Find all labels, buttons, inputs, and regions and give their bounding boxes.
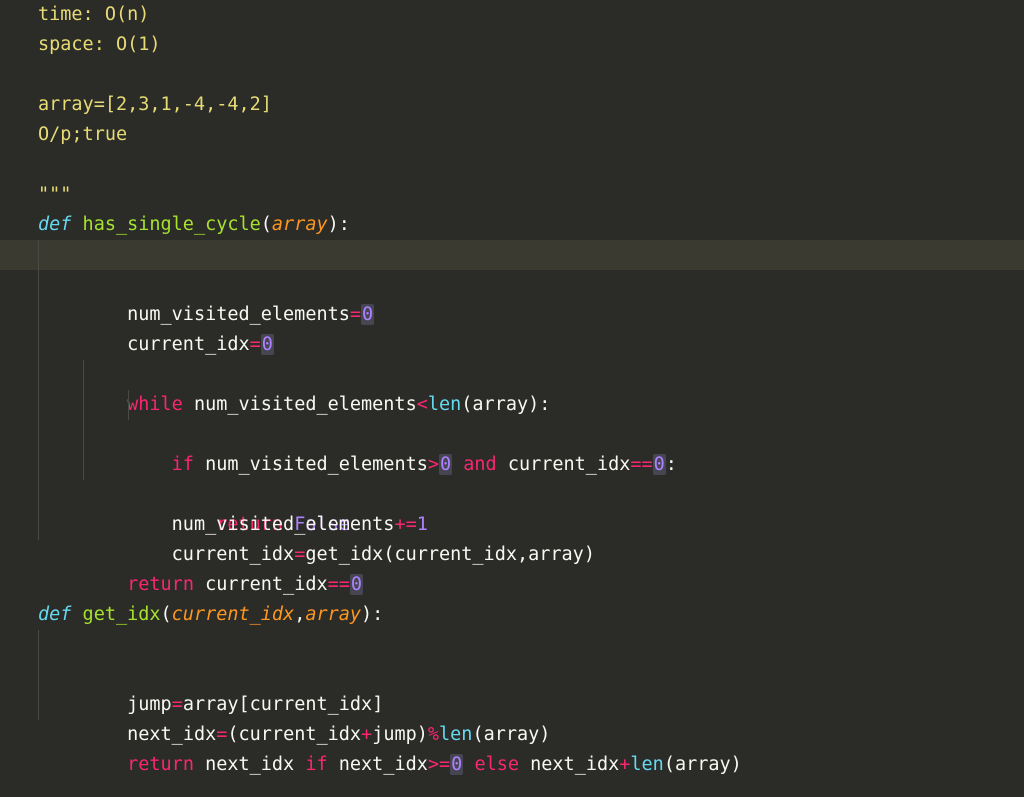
code-line: return next_idx if next_idx>=0 else next… <box>0 690 1024 720</box>
param: array <box>305 604 361 625</box>
code-line: """ <box>0 180 1024 210</box>
code-line: current_idx=get_idx(current_idx,array) <box>0 450 1024 480</box>
param: current_idx <box>172 604 295 625</box>
code-line: return current_idx==0 <box>0 510 1024 540</box>
builtin: len <box>630 754 663 775</box>
docstring-text: """ <box>38 184 71 205</box>
code-line <box>0 60 1024 90</box>
code-line: array=[2,3,1,-4,-4,2] <box>0 90 1024 120</box>
code-line-highlighted: num_visited_elements=0 <box>0 240 1024 270</box>
function-name: get_idx <box>71 604 160 625</box>
docstring-text: O/p;true <box>38 124 127 145</box>
keyword-def: def <box>38 214 71 235</box>
code-line <box>0 300 1024 330</box>
docstring-text: space: O(1) <box>38 34 161 55</box>
code-line <box>0 540 1024 570</box>
code-line: next_idx=(current_idx+jump)%len(array) <box>0 660 1024 690</box>
code-line <box>0 150 1024 180</box>
code-line: jump=array[current_idx] <box>0 630 1024 660</box>
docstring-text: array=[2,3,1,-4,-4,2] <box>38 94 272 115</box>
keyword-if: if <box>305 754 327 775</box>
code-line: num_visited_elements+=1 <box>0 420 1024 450</box>
docstring-text: time: O(n) <box>38 4 149 25</box>
paren: ( <box>261 214 272 235</box>
code-line: def get_idx(current_idx,array): <box>0 600 1024 630</box>
code-line: space: O(1) <box>0 30 1024 60</box>
keyword-def: def <box>38 604 71 625</box>
keyword-return: return <box>127 754 194 775</box>
code-editor[interactable]: time: O(n) space: O(1) array=[2,3,1,-4,-… <box>0 0 1024 720</box>
code-line: current_idx=0 <box>0 270 1024 300</box>
param: array <box>272 214 328 235</box>
number: 0 <box>450 754 463 775</box>
paren: ): <box>328 214 350 235</box>
code-line: while num_visited_elements<len(array): <box>0 330 1024 360</box>
builtin: len <box>439 724 472 745</box>
code-line <box>0 480 1024 510</box>
keyword-else: else <box>474 754 519 775</box>
code-line: return False <box>0 390 1024 420</box>
code-line: if num_visited_elements>0 and current_id… <box>0 360 1024 390</box>
code-line: O/p;true <box>0 120 1024 150</box>
code-line: time: O(n) <box>0 0 1024 30</box>
function-name: has_single_cycle <box>71 214 260 235</box>
code-line <box>0 570 1024 600</box>
code-line: def has_single_cycle(array): <box>0 210 1024 240</box>
